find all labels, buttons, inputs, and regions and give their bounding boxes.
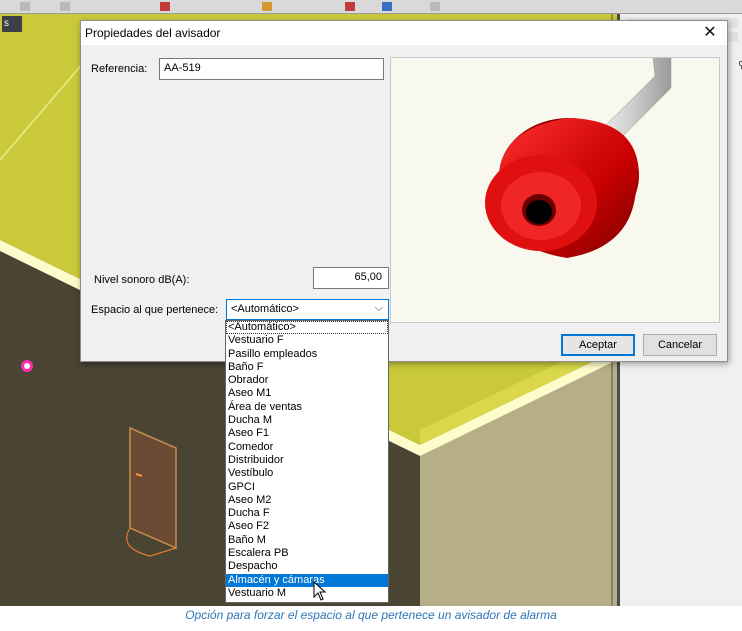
toolbar-button[interactable]: [160, 2, 170, 11]
espacio-dropdown-list: <Automático> Vestuario F Pasillo emplead…: [225, 320, 389, 603]
alarm-properties-dialog: Propiedades del avisador ✕ Referencia: A…: [80, 20, 728, 362]
espacio-selected-value: <Automático>: [231, 303, 299, 315]
pin-icon[interactable]: ⚲: [738, 60, 742, 71]
nivel-sonoro-label: Nivel sonoro dB(A):: [94, 274, 190, 286]
dropdown-option[interactable]: Comedor: [226, 441, 388, 454]
referencia-input[interactable]: AA-519: [159, 58, 384, 80]
toolbar-button[interactable]: [345, 2, 355, 11]
alarm-device-render: [485, 58, 672, 258]
espacio-select[interactable]: <Automático> ⌵: [226, 299, 389, 320]
mouse-cursor-icon: [313, 581, 327, 601]
dropdown-option[interactable]: Baño F: [226, 361, 388, 374]
dropdown-option[interactable]: Ducha F: [226, 507, 388, 520]
cancel-button[interactable]: Cancelar: [643, 334, 717, 356]
dropdown-option[interactable]: Aseo F1: [226, 427, 388, 440]
dropdown-option[interactable]: <Automático>: [226, 321, 388, 335]
toolbar-button[interactable]: [262, 2, 272, 11]
dropdown-option[interactable]: Ducha M: [226, 414, 388, 427]
alarm-preview-3d: [390, 57, 720, 323]
dialog-title: Propiedades del avisador: [85, 26, 221, 40]
dropdown-option[interactable]: Pasillo empleados: [226, 348, 388, 361]
nivel-sonoro-input[interactable]: 65,00: [313, 267, 389, 289]
toolbar-button[interactable]: [60, 2, 70, 11]
dropdown-option[interactable]: GPCI: [226, 481, 388, 494]
referencia-label: Referencia:: [91, 63, 148, 75]
dropdown-option[interactable]: Distribuidor: [226, 454, 388, 467]
door: [129, 426, 177, 550]
close-icon[interactable]: ✕: [699, 22, 721, 44]
dropdown-option[interactable]: Vestíbulo: [226, 467, 388, 480]
dropdown-option[interactable]: Escalera PB: [226, 547, 388, 560]
figure-caption: Opción para forzar el espacio al que per…: [185, 608, 557, 622]
toolbar: [0, 0, 742, 14]
dropdown-option[interactable]: Obrador: [226, 374, 388, 387]
dropdown-option[interactable]: Aseo M1: [226, 387, 388, 400]
accept-button[interactable]: Aceptar: [561, 334, 635, 356]
dropdown-option[interactable]: Despacho: [226, 560, 388, 573]
dropdown-option[interactable]: Baño M: [226, 534, 388, 547]
dropdown-option[interactable]: Aseo F2: [226, 520, 388, 533]
tab-label[interactable]: s: [2, 16, 22, 32]
dropdown-option[interactable]: Vestuario M: [226, 587, 388, 600]
dropdown-option[interactable]: Área de ventas: [226, 401, 388, 414]
dialog-titlebar: Propiedades del avisador ✕: [81, 21, 727, 45]
dropdown-option[interactable]: Vestuario F: [226, 334, 388, 347]
chevron-down-icon[interactable]: ⌵: [375, 302, 383, 315]
toolbar-button[interactable]: [382, 2, 392, 11]
toolbar-button[interactable]: [20, 2, 30, 11]
toolbar-button[interactable]: [430, 2, 440, 11]
dropdown-option[interactable]: Aseo M2: [226, 494, 388, 507]
espacio-label: Espacio al que pertenece:: [91, 304, 219, 316]
dropdown-option-highlighted[interactable]: Almacén y cámaras: [226, 573, 388, 587]
